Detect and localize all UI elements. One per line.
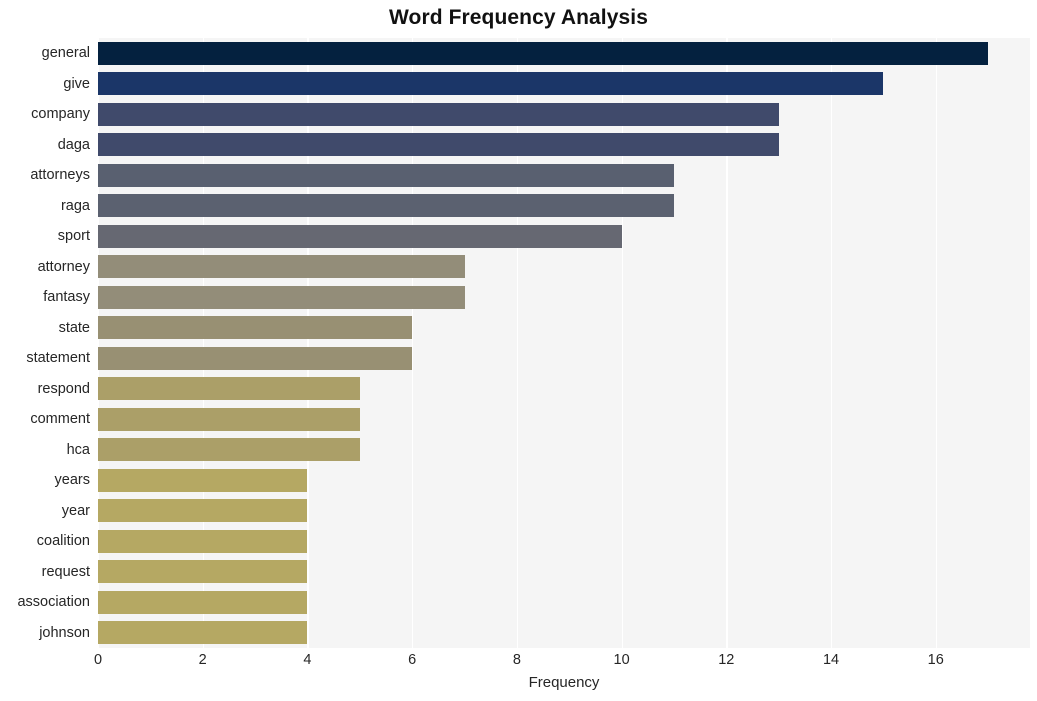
bar-give[interactable] — [98, 72, 884, 96]
bar-row — [98, 465, 1030, 496]
bar-request[interactable] — [98, 560, 308, 584]
y-tick-label-raga: raga — [60, 197, 90, 214]
bar-row — [98, 496, 1030, 527]
bar-row — [98, 374, 1030, 405]
x-tick-label-2: 2 — [198, 652, 207, 668]
y-tick-label-coalition: coalition — [36, 533, 90, 549]
y-tick-label-years: years — [54, 472, 90, 488]
y-axis-tick-labels: general give company daga attorneys raga sport… — [0, 38, 90, 648]
bar-fantasy[interactable] — [98, 285, 465, 309]
bar-row — [98, 69, 1030, 100]
bar-comment[interactable] — [98, 407, 360, 431]
bar-row — [98, 130, 1030, 161]
y-tick-label-general: general — [41, 45, 90, 61]
bar-row — [98, 191, 1030, 222]
chart-title: Word Frequency Analysis — [388, 6, 649, 29]
bar-row — [98, 618, 1030, 649]
bar-row — [98, 587, 1030, 618]
bar-johnson[interactable] — [98, 621, 308, 645]
bar-raga[interactable] — [98, 194, 674, 218]
word-frequency-bar-chart: Word Frequency Analysis general give compa… — [0, 0, 1037, 701]
y-tick-label-comment: comment — [30, 411, 90, 427]
y-tick-label-company: company — [31, 106, 90, 122]
bar-years[interactable] — [98, 468, 308, 492]
bar-row — [98, 557, 1030, 588]
x-axis-tick-labels: 0 2 4 6 8 10 12 14 16 — [0, 652, 1037, 676]
x-tick-label-10: 10 — [613, 652, 630, 668]
bar-association[interactable] — [98, 590, 308, 614]
bar-row — [98, 252, 1030, 283]
bars-layer — [98, 38, 1030, 648]
bar-company[interactable] — [98, 102, 779, 126]
y-tick-label-give: give — [63, 75, 90, 92]
bar-row — [98, 38, 1030, 69]
y-tick-label-state: state — [58, 319, 90, 336]
x-tick-label-8: 8 — [512, 652, 521, 668]
y-tick-label-statement: statement — [26, 350, 90, 366]
bar-general[interactable] — [98, 41, 989, 65]
y-tick-label-sport: sport — [57, 228, 90, 244]
y-tick-label-association: association — [17, 594, 90, 610]
bar-row — [98, 435, 1030, 466]
bar-attorneys[interactable] — [98, 163, 674, 187]
bar-statement[interactable] — [98, 346, 413, 370]
y-tick-label-request: request — [41, 563, 90, 580]
bar-sport[interactable] — [98, 224, 622, 248]
y-tick-label-respond: respond — [37, 380, 90, 397]
y-tick-label-year: year — [61, 502, 90, 519]
bar-row — [98, 160, 1030, 191]
x-tick-label-0: 0 — [93, 652, 103, 668]
y-tick-label-johnson: johnson — [39, 624, 90, 641]
x-tick-label-4: 4 — [303, 652, 312, 668]
x-tick-label-14: 14 — [822, 652, 840, 668]
bar-row — [98, 343, 1030, 374]
bar-year[interactable] — [98, 499, 308, 523]
y-tick-label-hca: hca — [66, 441, 90, 458]
bar-row — [98, 404, 1030, 435]
x-tick-label-6: 6 — [408, 652, 417, 668]
bar-daga[interactable] — [98, 133, 779, 157]
bar-row — [98, 221, 1030, 252]
bar-attorney[interactable] — [98, 255, 465, 279]
x-tick-label-12: 12 — [718, 652, 735, 668]
plot-area — [98, 38, 1030, 648]
bar-coalition[interactable] — [98, 529, 308, 553]
bar-row — [98, 99, 1030, 130]
bar-row — [98, 313, 1030, 344]
x-axis-title: Frequency — [528, 674, 600, 691]
y-tick-label-attorneys: attorneys — [30, 167, 90, 183]
bar-row — [98, 526, 1030, 557]
x-tick-label-16: 16 — [927, 652, 944, 668]
y-tick-label-daga: daga — [57, 136, 90, 153]
bar-respond[interactable] — [98, 377, 360, 401]
bar-hca[interactable] — [98, 438, 360, 462]
y-tick-label-attorney: attorney — [37, 258, 90, 275]
y-tick-label-fantasy: fantasy — [43, 289, 90, 305]
bar-state[interactable] — [98, 316, 413, 340]
bar-row — [98, 282, 1030, 313]
